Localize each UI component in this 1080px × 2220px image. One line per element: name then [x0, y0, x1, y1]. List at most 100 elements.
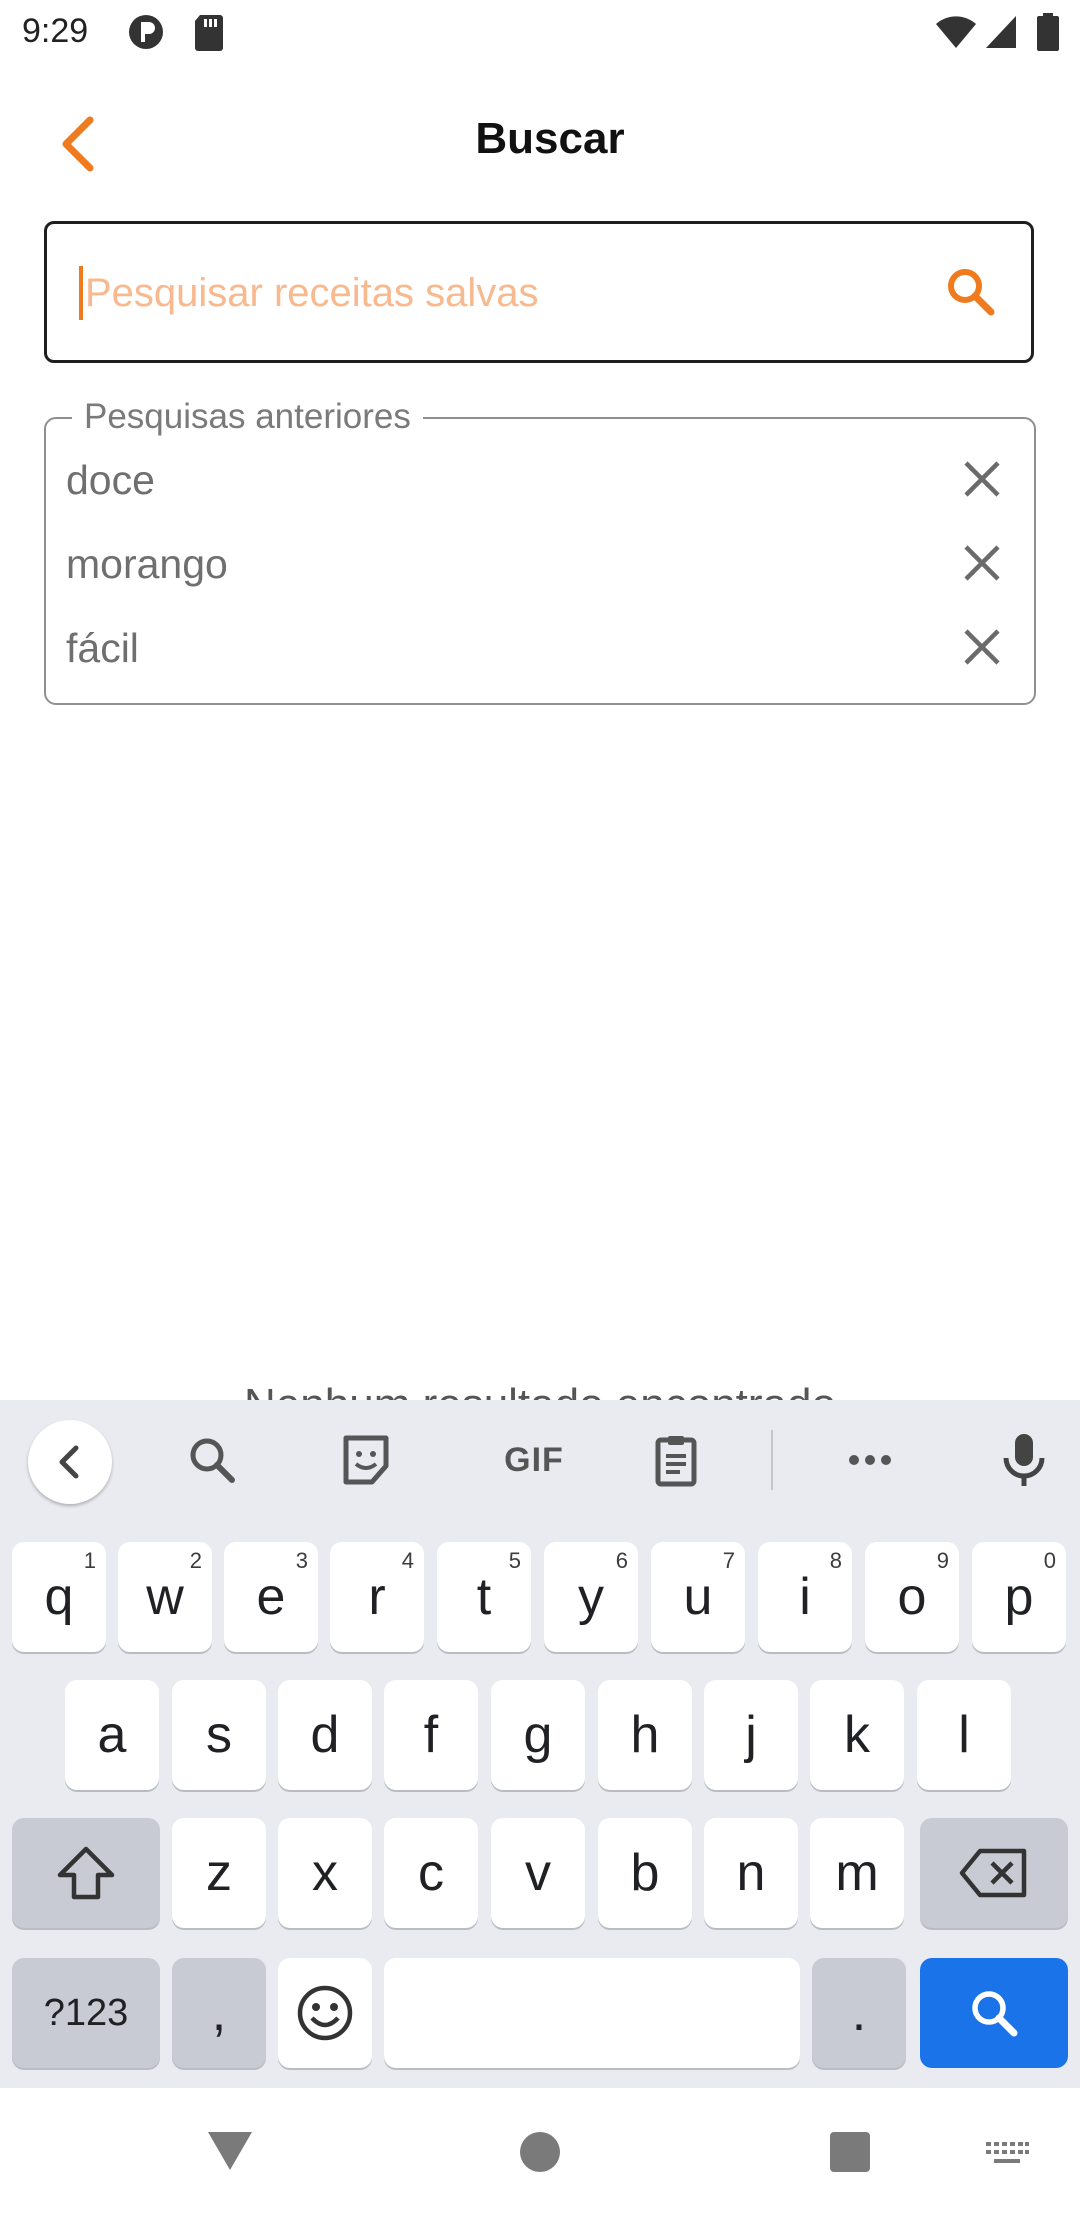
key-label: o: [897, 1568, 927, 1626]
key-n[interactable]: n: [704, 1818, 798, 1928]
key-label: f: [423, 1706, 439, 1764]
key-p[interactable]: p0: [972, 1542, 1066, 1652]
clipboard-button[interactable]: [642, 1426, 710, 1494]
key-label: d: [310, 1706, 340, 1764]
key-e[interactable]: e3: [224, 1542, 318, 1652]
key-h[interactable]: h: [598, 1680, 692, 1790]
soft-keyboard: GIF q1 w2 e3 r4 t5 y6 u7 i8 o9 p0 a s d …: [0, 1400, 1080, 2088]
nav-back-button[interactable]: [205, 2128, 255, 2179]
key-l[interactable]: l: [917, 1680, 1011, 1790]
key-label: u: [683, 1568, 713, 1626]
status-bar: 9:29: [0, 0, 1080, 66]
close-icon: [964, 629, 1000, 665]
keyboard-collapse-button[interactable]: [28, 1420, 112, 1504]
key-x[interactable]: x: [278, 1818, 372, 1928]
keyboard-switch-button[interactable]: [984, 2138, 1030, 2173]
key-label: b: [630, 1844, 660, 1902]
key-s[interactable]: s: [172, 1680, 266, 1790]
sticker-button[interactable]: [332, 1426, 400, 1494]
key-y[interactable]: y6: [544, 1542, 638, 1652]
remove-history-button[interactable]: [960, 625, 1004, 669]
voice-input-button[interactable]: [990, 1426, 1058, 1494]
key-a[interactable]: a: [65, 1680, 159, 1790]
history-item[interactable]: doce: [46, 437, 1034, 521]
emoji-icon: [297, 1985, 353, 2041]
app-notification-icon: [126, 12, 166, 57]
key-label: r: [368, 1568, 386, 1626]
key-hint: 5: [508, 1548, 521, 1573]
more-horizontal-icon: [849, 1455, 891, 1465]
key-q[interactable]: q1: [12, 1542, 106, 1652]
clipboard-icon: [655, 1436, 697, 1487]
search-icon: [948, 269, 995, 316]
remove-history-button[interactable]: [960, 541, 1004, 585]
gif-label: GIF: [504, 1440, 564, 1479]
key-hint: 7: [722, 1548, 735, 1573]
history-item-label: doce: [66, 457, 155, 503]
shift-icon: [57, 1846, 115, 1900]
battery-icon: [1036, 12, 1060, 57]
key-m[interactable]: m: [810, 1818, 904, 1928]
key-z[interactable]: z: [172, 1818, 266, 1928]
key-r[interactable]: r4: [330, 1542, 424, 1652]
key-j[interactable]: j: [704, 1680, 798, 1790]
key-c[interactable]: c: [384, 1818, 478, 1928]
search-field[interactable]: [44, 221, 1034, 363]
more-options-button[interactable]: [836, 1426, 904, 1494]
nav-home-button[interactable]: [518, 2130, 562, 2179]
search-action-key[interactable]: [920, 1958, 1068, 2068]
key-b[interactable]: b: [598, 1818, 692, 1928]
key-label: l: [958, 1706, 970, 1764]
key-label: .: [851, 1984, 867, 2042]
previous-searches-label: Pesquisas anteriores: [72, 397, 423, 437]
key-label: s: [206, 1706, 232, 1764]
history-item[interactable]: fácil: [46, 605, 1034, 689]
keyboard-search-button[interactable]: [178, 1426, 246, 1494]
key-label: z: [206, 1844, 232, 1902]
key-hint: 3: [295, 1548, 308, 1573]
key-k[interactable]: k: [810, 1680, 904, 1790]
period-key[interactable]: .: [812, 1958, 906, 2068]
key-f[interactable]: f: [384, 1680, 478, 1790]
sd-card-icon: [192, 12, 226, 57]
search-icon: [190, 1438, 235, 1483]
key-label: ,: [211, 1984, 227, 2042]
nav-recents-button[interactable]: [828, 2130, 872, 2179]
key-i[interactable]: i8: [758, 1542, 852, 1652]
search-input[interactable]: [77, 254, 925, 332]
status-time: 9:29: [22, 12, 89, 50]
comma-key[interactable]: ,: [172, 1958, 266, 2068]
cell-signal-icon: [984, 14, 1018, 55]
key-d[interactable]: d: [278, 1680, 372, 1790]
key-hint: 9: [936, 1548, 949, 1573]
emoji-key[interactable]: [278, 1958, 372, 2068]
key-label: a: [97, 1706, 127, 1764]
keyboard-toolbar: GIF: [0, 1400, 1080, 1518]
key-t[interactable]: t5: [437, 1542, 531, 1652]
key-hint: 1: [83, 1548, 96, 1573]
remove-history-button[interactable]: [960, 457, 1004, 501]
search-button[interactable]: [943, 264, 999, 320]
backspace-key[interactable]: [920, 1818, 1068, 1928]
chevron-left-icon: [59, 1445, 79, 1479]
key-label: c: [418, 1844, 444, 1902]
toolbar-separator: [771, 1430, 773, 1490]
symbols-key[interactable]: ?123: [12, 1958, 160, 2068]
key-hint: 4: [401, 1548, 414, 1573]
key-label: m: [835, 1844, 879, 1902]
key-o[interactable]: o9: [865, 1542, 959, 1652]
key-label: h: [630, 1706, 660, 1764]
previous-searches-box: Pesquisas anteriores doce morango fácil: [44, 397, 1036, 705]
key-v[interactable]: v: [491, 1818, 585, 1928]
key-g[interactable]: g: [491, 1680, 585, 1790]
key-label: w: [146, 1568, 184, 1626]
history-item[interactable]: morango: [46, 521, 1034, 605]
space-key[interactable]: [384, 1958, 800, 2068]
key-label: v: [525, 1844, 551, 1902]
key-label: e: [256, 1568, 286, 1626]
key-label: q: [44, 1568, 74, 1626]
key-w[interactable]: w2: [118, 1542, 212, 1652]
gif-button[interactable]: GIF: [484, 1426, 584, 1494]
shift-key[interactable]: [12, 1818, 160, 1928]
key-u[interactable]: u7: [651, 1542, 745, 1652]
